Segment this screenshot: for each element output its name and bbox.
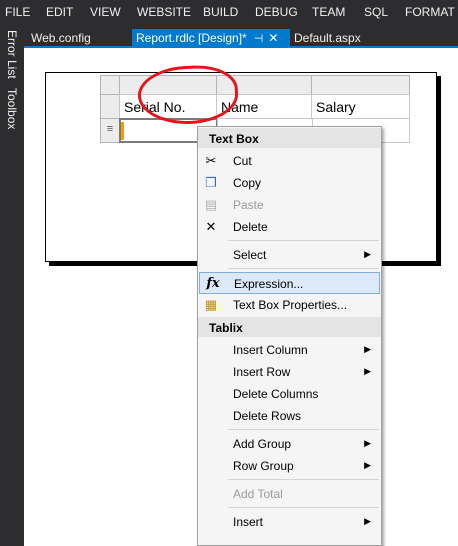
menu-team[interactable]: TEAM xyxy=(312,5,345,19)
menu-format[interactable]: FORMAT xyxy=(405,5,455,19)
error-list-tab[interactable]: Error List xyxy=(5,30,19,79)
menu-item-delete-columns[interactable]: Delete Columns xyxy=(198,383,381,405)
close-icon[interactable]: ✕ xyxy=(268,31,278,45)
submenu-arrow-icon: ▶ xyxy=(364,438,371,448)
menu-bar: FILE EDIT VIEW WEBSITE BUILD DEBUG TEAM … xyxy=(0,0,458,24)
row-handle[interactable] xyxy=(100,94,120,119)
column-handle[interactable] xyxy=(311,75,410,95)
tab-label: Report.rdlc [Design]* xyxy=(136,31,247,45)
menu-item-paste[interactable]: ▤ Paste xyxy=(198,194,381,216)
menu-separator xyxy=(228,507,379,508)
menu-sql[interactable]: SQL xyxy=(364,5,388,19)
menu-website[interactable]: WEBSITE xyxy=(137,5,191,19)
fx-icon: fx xyxy=(206,276,220,291)
properties-icon: ▦ xyxy=(204,297,218,312)
scissors-icon: ✂ xyxy=(205,153,217,168)
submenu-arrow-icon: ▶ xyxy=(364,366,371,376)
menu-item-delete[interactable]: ✕ Delete xyxy=(198,216,381,238)
menu-build[interactable]: BUILD xyxy=(203,5,238,19)
menu-section-tablix: Tablix xyxy=(198,317,381,337)
menu-edit[interactable]: EDIT xyxy=(46,5,73,19)
menu-item-label: Select xyxy=(233,248,267,262)
menu-item-insert-row[interactable]: Insert Row ▶ xyxy=(198,361,381,383)
menu-item-select[interactable]: Select ▶ xyxy=(198,244,381,266)
menu-item-label: Insert xyxy=(233,515,264,529)
menu-item-label: Delete Rows xyxy=(233,409,302,423)
menu-item-delete-rows[interactable]: Delete Rows xyxy=(198,405,381,427)
menu-item-expression[interactable]: fx Expression... xyxy=(199,272,380,294)
menu-item-row-group[interactable]: Row Group ▶ xyxy=(198,455,381,477)
left-tool-strip: Error List Toolbox xyxy=(0,24,24,546)
menu-item-label: Insert Column xyxy=(233,343,308,357)
menu-item-insert[interactable]: Insert ▶ xyxy=(198,511,381,533)
menu-item-insert-column[interactable]: Insert Column ▶ xyxy=(198,339,381,361)
tablix-corner-handle[interactable] xyxy=(100,75,120,95)
menu-separator xyxy=(228,268,379,269)
delete-x-icon: ✕ xyxy=(205,219,217,234)
selection-marker xyxy=(121,122,124,140)
copy-icon: ❐ xyxy=(205,175,217,190)
menu-item-label: Delete xyxy=(233,220,268,234)
menu-item-copy[interactable]: ❐ Copy xyxy=(198,172,381,194)
menu-separator xyxy=(228,240,379,241)
pin-icon[interactable]: ⊣ xyxy=(254,33,264,45)
menu-separator xyxy=(228,479,379,480)
context-menu: Text Box ✂ Cut ❐ Copy ▤ Paste ✕ Delete S… xyxy=(197,126,382,546)
menu-section-text-box: Text Box xyxy=(198,128,381,148)
menu-item-text-box-properties[interactable]: ▦ Text Box Properties... xyxy=(198,294,381,316)
menu-item-label: Expression... xyxy=(234,277,304,291)
menu-item-label: Row Group xyxy=(233,459,294,473)
tab-label: Default.aspx xyxy=(294,31,361,45)
header-cell-salary[interactable]: Salary xyxy=(311,94,410,119)
menu-item-cut[interactable]: ✂ Cut xyxy=(198,150,381,172)
menu-item-label: Copy xyxy=(233,176,262,190)
tab-label: Web.config xyxy=(31,31,91,45)
menu-item-label: Add Group xyxy=(233,437,292,451)
menu-file[interactable]: FILE xyxy=(5,5,30,19)
menu-item-add-group[interactable]: Add Group ▶ xyxy=(198,433,381,455)
menu-item-label: Insert Row xyxy=(233,365,291,379)
submenu-arrow-icon: ▶ xyxy=(364,249,371,259)
menu-separator xyxy=(228,429,379,430)
menu-item-add-total[interactable]: Add Total xyxy=(198,483,381,505)
menu-view[interactable]: VIEW xyxy=(90,5,121,19)
menu-item-label: Delete Columns xyxy=(233,387,319,401)
submenu-arrow-icon: ▶ xyxy=(364,460,371,470)
paste-icon: ▤ xyxy=(204,197,218,212)
toolbox-tab[interactable]: Toolbox xyxy=(5,88,19,129)
menu-item-label: Text Box Properties... xyxy=(233,298,348,312)
submenu-arrow-icon: ▶ xyxy=(364,344,371,354)
details-row-handle[interactable]: ≡ xyxy=(100,118,120,143)
menu-item-label: Add Total xyxy=(233,487,283,501)
menu-item-label: Paste xyxy=(233,198,264,212)
menu-debug[interactable]: DEBUG xyxy=(255,5,298,19)
menu-item-label: Cut xyxy=(233,154,252,168)
submenu-arrow-icon: ▶ xyxy=(364,516,371,526)
document-tab-row: Web.config Report.rdlc [Design]* ⊣ ✕ Defau… xyxy=(24,24,458,48)
